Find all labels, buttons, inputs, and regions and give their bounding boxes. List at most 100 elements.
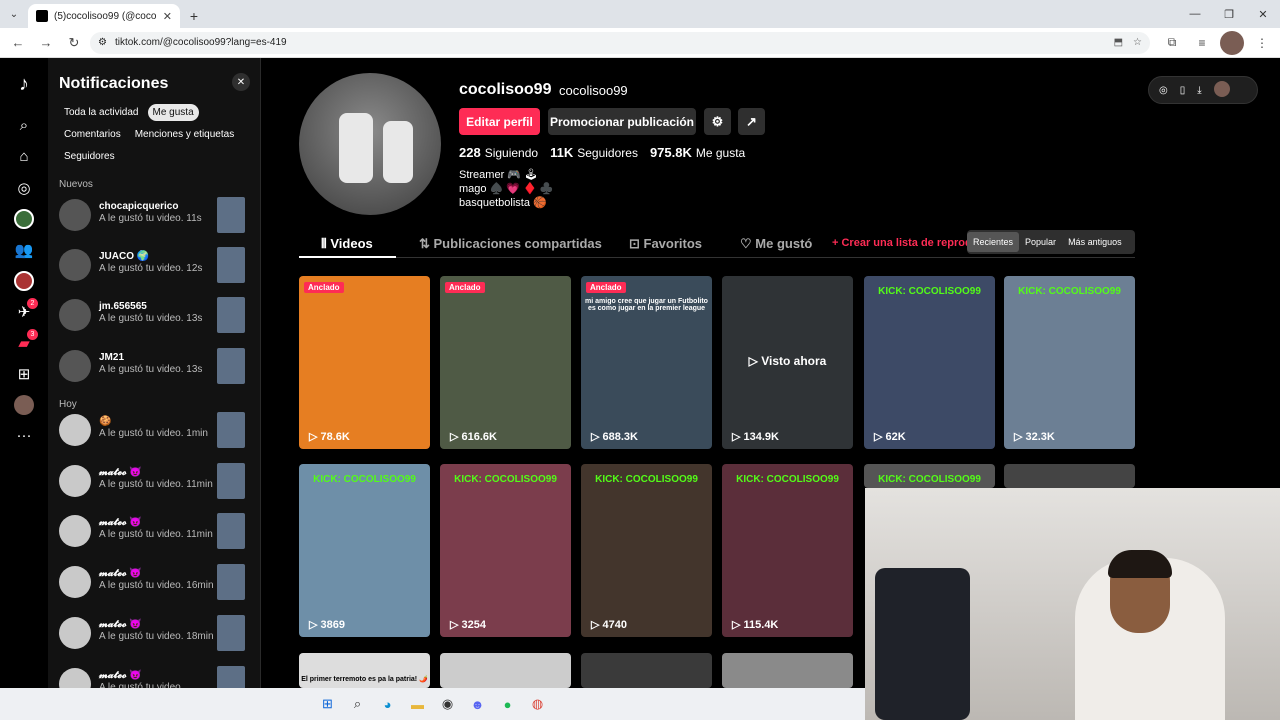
more-icon[interactable]: ··· bbox=[0, 420, 48, 451]
video-thumbnail[interactable] bbox=[217, 297, 245, 333]
video-card[interactable]: KICK: COCOLISOO99 ▷ 32.3K bbox=[1004, 276, 1135, 449]
sort-recent[interactable]: Recientes bbox=[967, 232, 1020, 252]
live-avatar[interactable] bbox=[0, 265, 48, 296]
new-tab-button[interactable]: + bbox=[180, 4, 208, 28]
video-card[interactable]: Anclado ▷ 616.6K bbox=[440, 276, 571, 449]
tab-liked[interactable]: ♡ Me gustó bbox=[740, 236, 812, 252]
sort-popular[interactable]: Popular bbox=[1019, 232, 1062, 252]
video-card[interactable]: KICK: COCOLISOO99 ▷ 4740 bbox=[581, 464, 712, 637]
close-icon[interactable]: ✕ bbox=[232, 73, 250, 91]
windows-start-icon[interactable]: ⊞ bbox=[316, 692, 340, 716]
tab-favorites[interactable]: ⊡ Favoritos bbox=[629, 236, 702, 252]
close-window-icon[interactable]: ✕ bbox=[1246, 0, 1280, 28]
bookmark-star-icon[interactable]: ☆ bbox=[1133, 37, 1142, 48]
browser-tab[interactable]: (5)cocolisoo99 (@cocolisoo99) ✕ bbox=[28, 4, 180, 28]
folder-icon[interactable]: ▬ bbox=[406, 692, 430, 716]
video-card[interactable] bbox=[1004, 464, 1135, 488]
video-card[interactable] bbox=[440, 653, 571, 688]
home-icon[interactable]: ⌂ bbox=[0, 141, 48, 172]
tab-search-icon[interactable]: ⌄ bbox=[0, 0, 28, 28]
video-card[interactable]: Anclado mi amigo cree que jugar un Futbol… bbox=[581, 276, 712, 449]
filter-chip[interactable]: Seguidores bbox=[59, 148, 120, 165]
download-icon[interactable]: ⤓ bbox=[1197, 85, 1201, 96]
video-card[interactable]: KICK: COCOLISOO99 bbox=[864, 464, 995, 488]
avatar[interactable] bbox=[59, 414, 91, 446]
video-thumbnail[interactable] bbox=[217, 197, 245, 233]
avatar[interactable] bbox=[59, 350, 91, 382]
notification-item[interactable]: 𝓶𝓪𝓽𝓮𝓸 😈 A le gustó tu video. 18min bbox=[59, 615, 245, 655]
install-icon[interactable]: ⬒ bbox=[1114, 37, 1123, 48]
spotify-icon[interactable]: ● bbox=[496, 692, 520, 716]
tab-reposts[interactable]: ⇅ Publicaciones compartidas bbox=[419, 236, 602, 252]
device-icon[interactable]: ▯ bbox=[1180, 85, 1186, 96]
filter-chip[interactable]: Me gusta bbox=[147, 104, 199, 121]
avatar[interactable] bbox=[59, 617, 91, 649]
search-icon[interactable]: ⌕ bbox=[0, 110, 48, 141]
settings-gear-icon[interactable]: ⚙ bbox=[704, 108, 731, 135]
notification-user[interactable]: 𝓶𝓪𝓽𝓮𝓸 😈 bbox=[99, 467, 142, 478]
explore-icon[interactable]: ◎ bbox=[0, 172, 48, 203]
profile-avatar[interactable] bbox=[0, 389, 48, 420]
notification-user[interactable]: JUACO 🌍 bbox=[99, 251, 149, 262]
coin-icon[interactable]: ◎ bbox=[1159, 85, 1168, 96]
avatar[interactable] bbox=[59, 199, 91, 231]
video-thumbnail[interactable] bbox=[217, 348, 245, 384]
video-card[interactable]: KICK: COCOLISOO99 ▷ 62K bbox=[864, 276, 995, 449]
tiktok-logo-icon[interactable]: ♪ bbox=[0, 58, 48, 110]
video-card[interactable]: El primer terremoto es pa la patria! 🌶️ bbox=[299, 653, 430, 688]
video-card[interactable]: KICK: COCOLISOO99 ▷ 3254 bbox=[440, 464, 571, 637]
video-thumbnail[interactable] bbox=[217, 412, 245, 448]
notification-item[interactable]: 🍪 A le gustó tu video. 1min bbox=[59, 412, 245, 452]
edge-icon[interactable]: ◕ bbox=[376, 692, 400, 716]
video-thumbnail[interactable] bbox=[217, 513, 245, 549]
notification-item[interactable]: chocapicquerico A le gustó tu video. 11s bbox=[59, 197, 245, 237]
filter-chip[interactable]: Menciones y etiquetas bbox=[130, 126, 240, 143]
video-thumbnail[interactable] bbox=[217, 615, 245, 651]
video-thumbnail[interactable] bbox=[217, 666, 245, 688]
avatar[interactable] bbox=[59, 465, 91, 497]
video-card[interactable] bbox=[722, 653, 853, 688]
filter-chip[interactable]: Comentarios bbox=[59, 126, 126, 143]
url-field[interactable]: ⚙ tiktok.com/@cocolisoo99?lang=es-419 ⬒ ☆ bbox=[90, 31, 1150, 54]
video-card[interactable]: ▷ Visto ahora ▷ 134.9K bbox=[722, 276, 853, 449]
notification-item[interactable]: JUACO 🌍 A le gustó tu video. 12s bbox=[59, 247, 245, 287]
video-thumbnail[interactable] bbox=[217, 247, 245, 283]
chrome-icon[interactable]: ◍ bbox=[526, 692, 550, 716]
search-icon[interactable]: ⌕ bbox=[346, 692, 370, 716]
restore-icon[interactable]: ❐ bbox=[1212, 0, 1246, 28]
site-info-icon[interactable]: ⚙ bbox=[98, 37, 107, 48]
notification-user[interactable]: chocapicquerico bbox=[99, 201, 178, 212]
sort-oldest[interactable]: Más antiguos bbox=[1062, 232, 1128, 252]
back-icon[interactable]: ← bbox=[6, 31, 30, 55]
video-card[interactable]: Anclado ▷ 78.6K bbox=[299, 276, 430, 449]
reload-icon[interactable]: ↻ bbox=[62, 31, 86, 55]
profile-avatar[interactable] bbox=[1220, 30, 1244, 55]
notification-item[interactable]: 𝓶𝓪𝓽𝓮𝓸 😈 A le gustó tu video. bbox=[59, 666, 245, 688]
notification-user[interactable]: JM21 bbox=[99, 352, 124, 363]
share-icon[interactable]: ↗ bbox=[738, 108, 765, 135]
promote-button[interactable]: Promocionar publicación bbox=[548, 108, 696, 135]
discord-icon[interactable]: ☻ bbox=[466, 692, 490, 716]
avatar[interactable] bbox=[59, 515, 91, 547]
notification-item[interactable]: jm.656565 A le gustó tu video. 13s bbox=[59, 297, 245, 337]
following-avatar[interactable] bbox=[0, 203, 48, 234]
notification-item[interactable]: 𝓶𝓪𝓽𝓮𝓸 😈 A le gustó tu video. 11min bbox=[59, 513, 245, 553]
notification-item[interactable]: 𝓶𝓪𝓽𝓮𝓸 😈 A le gustó tu video. 11min bbox=[59, 463, 245, 503]
video-thumbnail[interactable] bbox=[217, 564, 245, 600]
video-card[interactable] bbox=[581, 653, 712, 688]
messages-icon[interactable]: ▰ 3 bbox=[0, 327, 48, 358]
upload-icon[interactable]: ⊞ bbox=[0, 358, 48, 389]
video-card[interactable]: KICK: COCOLISOO99 ▷ 3869 bbox=[299, 464, 430, 637]
edit-profile-button[interactable]: Editar perfil bbox=[459, 108, 540, 135]
minimize-icon[interactable]: — bbox=[1178, 0, 1212, 28]
avatar[interactable] bbox=[59, 668, 91, 688]
avatar[interactable] bbox=[59, 566, 91, 598]
notification-user[interactable]: 𝓶𝓪𝓽𝓮𝓸 😈 bbox=[99, 568, 142, 579]
forward-icon[interactable]: → bbox=[34, 31, 58, 55]
avatar[interactable] bbox=[59, 249, 91, 281]
menu-icon[interactable]: ⋮ bbox=[1250, 31, 1274, 55]
inbox-icon[interactable]: ✈ 2 bbox=[0, 296, 48, 327]
extensions-icon[interactable]: ⧉ bbox=[1160, 31, 1184, 55]
video-thumbnail[interactable] bbox=[217, 463, 245, 499]
notification-user[interactable]: jm.656565 bbox=[99, 301, 147, 312]
